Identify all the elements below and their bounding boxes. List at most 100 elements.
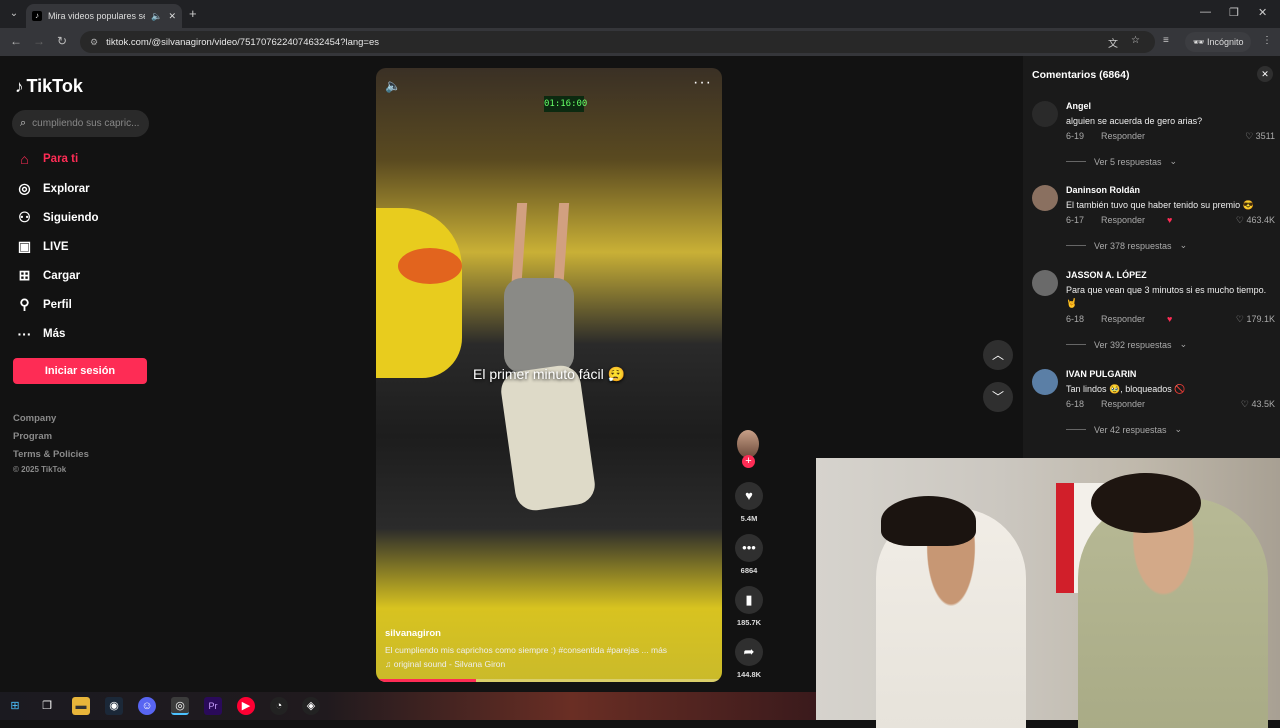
commenter-avatar[interactable] (1032, 369, 1058, 395)
tab-audio-icon[interactable]: 🔈 (151, 11, 162, 22)
following-icon: ⚇ (18, 209, 31, 225)
new-tab-button[interactable]: + (189, 6, 197, 21)
creator-avatar[interactable] (737, 430, 759, 458)
previous-video-button[interactable]: ︿ (983, 340, 1013, 370)
reply-button[interactable]: Responder (1101, 131, 1145, 141)
commenter-avatar[interactable] (1032, 185, 1058, 211)
comment-like-button[interactable]: ♡ 463.4K (1236, 215, 1275, 226)
comment-like-button[interactable]: ♡ 179.1K (1236, 314, 1275, 325)
heart-outline-icon: ♡ (1235, 314, 1247, 324)
nav-item-explorar[interactable]: ◎ Explorar (16, 180, 89, 197)
video-player[interactable]: 01:16:00 🔈 ··· El primer minuto fácil 😮‍… (376, 68, 722, 682)
nav-item-cargar[interactable]: ⊞ Cargar (16, 267, 80, 284)
browser-tab-bar: ⌄ ♪ Mira videos populares sele 🔈 ✕ + — ❐… (0, 0, 1280, 28)
nav-item-live[interactable]: ▣ LIVE (16, 238, 69, 255)
next-video-button[interactable]: ﹀ (983, 382, 1013, 412)
divider (1066, 429, 1086, 430)
view-replies-label: Ver 5 respuestas (1094, 156, 1162, 167)
comment-text: Para que vean que 3 minutos si es mucho … (1066, 285, 1267, 308)
nav-item-siguiendo[interactable]: ⚇ Siguiendo (16, 209, 98, 226)
video-progress-bar[interactable] (376, 679, 722, 682)
windows-start-icon[interactable]: ⊞ (6, 697, 24, 715)
footer-link-program[interactable]: Program (13, 431, 52, 442)
video-sound[interactable]: ♫ original sound - Silvana Giron (385, 659, 505, 669)
heart-outline-icon: ♡ (1245, 131, 1256, 141)
nav-item-para-ti[interactable]: ⌂ Para ti (16, 151, 78, 167)
view-replies-button[interactable]: Ver 392 respuestas ⌄ (1066, 339, 1187, 350)
tiktok-logo[interactable]: ♪ TikTok (15, 76, 83, 97)
tab-close-icon[interactable]: ✕ (168, 11, 176, 22)
video-duck-beak (398, 248, 462, 284)
comment-button[interactable]: ••• 6864 (734, 534, 764, 575)
comment-like-count: 43.5K (1251, 399, 1275, 409)
reply-button[interactable]: Responder (1101, 399, 1145, 409)
comment-date: 6-18 (1066, 399, 1085, 409)
commenter-name[interactable]: Daninson Roldán (1066, 185, 1140, 195)
footer-link-company[interactable]: Company (13, 413, 56, 424)
tiktok-favicon-icon: ♪ (32, 11, 42, 21)
commenter-avatar[interactable] (1032, 270, 1058, 296)
task-view-icon[interactable]: ❐ (38, 697, 56, 715)
app-icon[interactable]: ◈ (302, 697, 320, 715)
login-button[interactable]: Iniciar sesión (13, 358, 147, 384)
steam-icon[interactable]: ◉ (105, 697, 123, 715)
save-button[interactable]: ▮ 185.7K (734, 586, 764, 627)
forward-icon[interactable]: → (33, 34, 45, 48)
comment-like-button[interactable]: ♡ 3511 (1245, 131, 1275, 142)
premiere-pro-icon[interactable]: Pr (204, 697, 222, 715)
commenter-name[interactable]: JASSON A. LÓPEZ (1066, 270, 1147, 280)
search-input[interactable]: ⌕ cumpliendo sus capric... (12, 110, 149, 137)
view-replies-button[interactable]: Ver 5 respuestas ⌄ (1066, 156, 1177, 167)
tab-search-button[interactable]: ⌄ (6, 6, 22, 22)
commenter-name[interactable]: Angel (1066, 101, 1091, 111)
commenter-name[interactable]: IVAN PULGARIN (1066, 369, 1136, 379)
view-replies-button[interactable]: Ver 42 respuestas ⌄ (1066, 424, 1182, 435)
video-author[interactable]: silvanagiron (385, 628, 441, 639)
minimize-icon[interactable]: — (1200, 6, 1211, 18)
footer-link-terms[interactable]: Terms & Policies (13, 449, 89, 460)
chevron-down-icon: ⌄ (1179, 339, 1188, 349)
nav-label: Cargar (43, 269, 81, 282)
volume-icon[interactable]: 🔈 (385, 78, 401, 94)
nav-item-mas[interactable]: ··· Más (16, 326, 66, 342)
video-more-icon[interactable]: ··· (693, 74, 712, 92)
view-replies-label: Ver 378 respuestas (1094, 240, 1172, 251)
reply-button[interactable]: Responder (1101, 215, 1145, 225)
nav-label: LIVE (43, 240, 69, 253)
site-info-icon[interactable]: ⚙ (90, 37, 98, 48)
comment-date: 6-17 (1066, 215, 1085, 225)
incognito-badge[interactable]: 🕶 Incógnito (1185, 32, 1252, 52)
share-button[interactable]: ➦ 144.8K (734, 638, 764, 679)
restore-icon[interactable]: ❐ (1229, 6, 1239, 19)
commenter-avatar[interactable] (1032, 101, 1058, 127)
reply-button[interactable]: Responder (1101, 314, 1145, 324)
incognito-label: Incógnito (1206, 37, 1244, 47)
video-description[interactable]: El cumpliendo mis caprichos como siempre… (385, 645, 715, 655)
heart-outline-icon: ♡ (1240, 399, 1252, 409)
share-icon: ➦ (735, 638, 763, 666)
like-button[interactable]: ♥ 5.4M (734, 482, 764, 523)
chrome-icon[interactable]: ◎ (171, 697, 189, 715)
translate-icon[interactable]: 文 (1108, 35, 1118, 50)
comment-date: 6-18 (1066, 314, 1085, 324)
address-bar[interactable]: ⚙ tiktok.com/@silvanagiron/video/7517076… (80, 31, 1155, 53)
back-icon[interactable]: ← (10, 34, 22, 48)
bookmark-star-icon[interactable]: ☆ (1131, 35, 1140, 46)
browser-menu-icon[interactable]: ⋮ (1262, 35, 1272, 46)
follow-plus-icon[interactable]: + (742, 455, 755, 468)
close-window-icon[interactable]: ✕ (1258, 6, 1267, 19)
media-control-icon[interactable]: ≡ (1163, 35, 1169, 46)
browser-tab[interactable]: ♪ Mira videos populares sele 🔈 ✕ (26, 4, 182, 28)
youtube-music-icon[interactable]: ▶ (237, 697, 255, 715)
save-count: 185.7K (736, 618, 762, 627)
view-replies-button[interactable]: Ver 378 respuestas ⌄ (1066, 240, 1187, 251)
comment-like-button[interactable]: ♡ 43.5K (1241, 399, 1275, 410)
obs-icon[interactable]: ◔ (270, 697, 288, 715)
discord-icon[interactable]: ☺ (138, 697, 156, 715)
reload-icon[interactable]: ↻ (57, 34, 67, 48)
nav-item-perfil[interactable]: ⚲ Perfil (16, 296, 71, 313)
file-explorer-icon[interactable]: ▬ (72, 697, 90, 715)
close-comments-icon[interactable]: ✕ (1257, 66, 1273, 82)
chevron-up-icon: ︿ (991, 348, 1004, 362)
bookmark-icon: ▮ (735, 586, 763, 614)
